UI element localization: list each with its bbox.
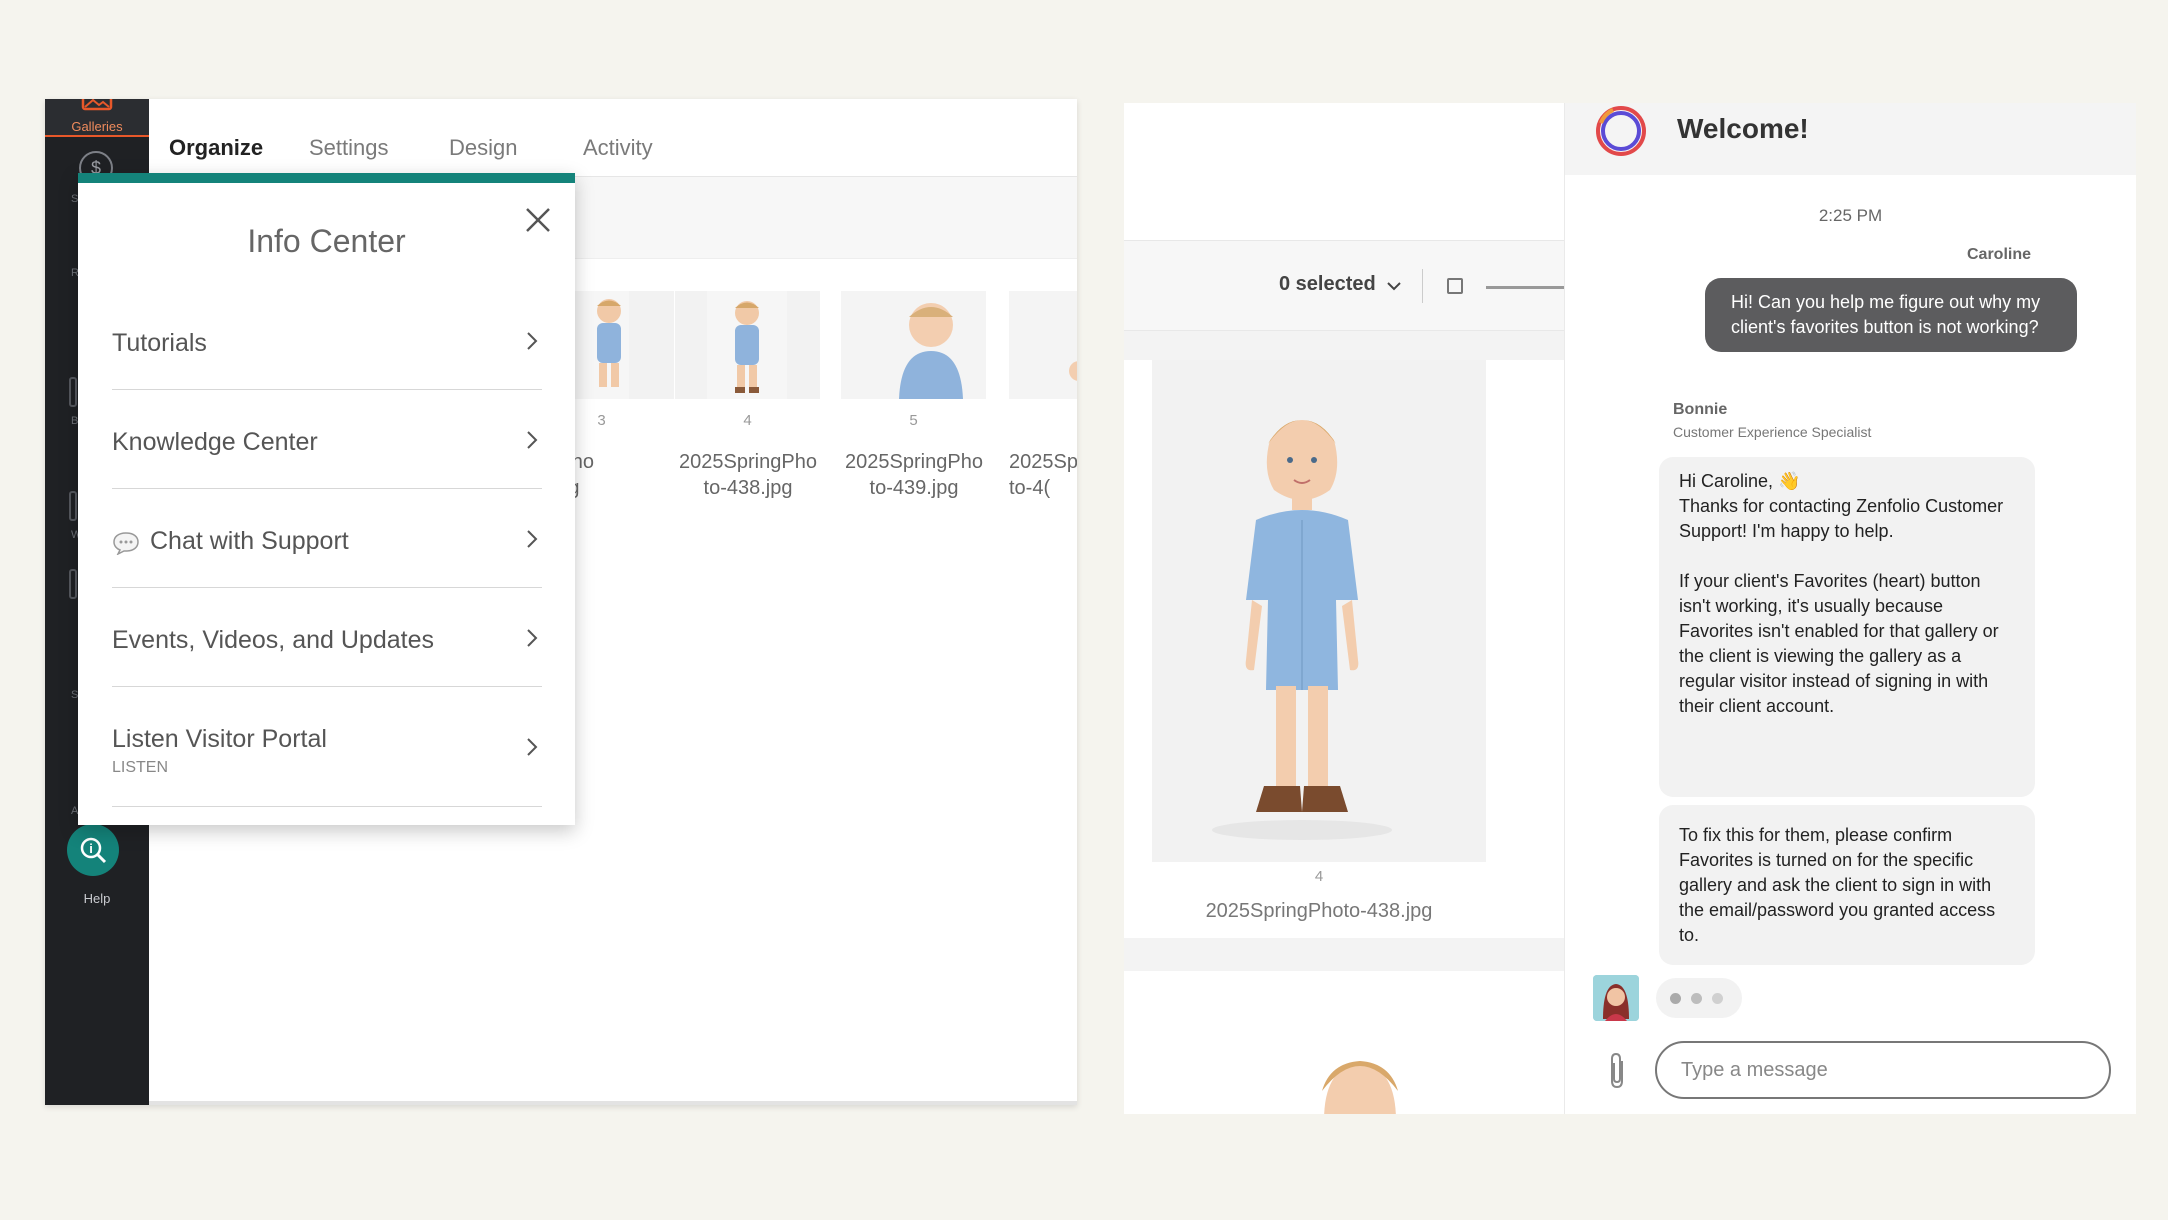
user-name: Caroline (1966, 246, 2031, 263)
item-label: Listen Visitor Portal (112, 725, 327, 753)
photo-thumbnail[interactable] (1009, 291, 1077, 399)
chevron-right-icon (527, 738, 538, 756)
toddler-full-photo (1152, 360, 1486, 862)
thumbnail-number: 5 (909, 412, 918, 429)
gallery-grid: 4 2025SpringPhoto-438.jpg (1124, 331, 1564, 1114)
info-center-item-tutorials[interactable]: Tutorials (112, 291, 542, 390)
toolbar-divider (1422, 269, 1423, 303)
photo-card[interactable] (1124, 971, 1564, 1114)
support-chat-widget: Welcome! 2:25 PM Caroline Hi! Can you he… (1564, 103, 2136, 1114)
scroll-track (149, 1101, 1077, 1105)
galleries-icon (81, 99, 113, 111)
info-center-item-events-videos-updates[interactable]: Events, Videos, and Updates (112, 588, 542, 687)
thumbnail-size-slider[interactable] (1486, 286, 1566, 289)
chat-timestamp: 2:25 PM (1818, 206, 1883, 225)
tab-activity[interactable]: Activity (583, 135, 653, 161)
gallery-editor-window: Galleries $ S R B W SE Ac i Help Organiz… (45, 99, 1077, 1105)
item-label: Chat with Support (150, 527, 349, 555)
agent-name: Bonnie (1673, 401, 1728, 418)
chevron-right-icon (527, 332, 538, 350)
typing-indicator (1656, 978, 1742, 1018)
user-message-bubble: Hi! Can you help me figure out why my cl… (1705, 278, 2077, 352)
sidebar-item-icon[interactable] (69, 569, 77, 599)
info-center-item-listen-visitor-portal[interactable]: Listen Visitor Portal LISTEN (112, 687, 542, 807)
info-center-item-chat-with-support[interactable]: Chat with Support (112, 489, 542, 588)
help-label: Help (83, 891, 111, 906)
item-label: Tutorials (112, 329, 207, 357)
gallery-tabs: Organize Settings Design Activity (149, 99, 1077, 177)
toddler-photo (707, 291, 787, 399)
chat-title: Welcome! (1677, 113, 1809, 144)
info-center-title: Info Center (247, 223, 406, 259)
svg-text:i: i (89, 841, 93, 856)
sidebar-item-galleries[interactable]: Galleries (45, 99, 149, 137)
thumbnail-number: 4 (743, 412, 752, 429)
agent-avatar (1593, 975, 1639, 1021)
thumbnail-filename: 2025SpringPho to-438.jpg (679, 451, 817, 499)
agent-message-bubble: To fix this for them, please confirm Fav… (1659, 805, 2035, 965)
info-center-item-knowledge-center[interactable]: Knowledge Center (112, 390, 542, 489)
info-center-panel: Info Center Tutorials Knowledge Center C… (78, 173, 575, 825)
sidebar-galleries-label: Galleries (71, 119, 123, 134)
brand-logo-icon (1596, 106, 1646, 156)
agent-message-text: Hi Caroline, 👋 Thanks for contacting Zen… (1679, 471, 2004, 716)
photo-thumbnail[interactable] (675, 291, 820, 399)
agent-message-bubble: Hi Caroline, 👋 Thanks for contacting Zen… (1659, 457, 2035, 797)
image-size-icon[interactable] (1447, 278, 1463, 294)
photo-filename: 2025SpringPhoto-438.jpg (1205, 900, 1433, 922)
tab-organize[interactable]: Organize (169, 135, 263, 161)
chat-header: Welcome! (1565, 103, 2136, 175)
item-sublabel: LISTEN (112, 759, 169, 776)
help-search-icon: i (80, 837, 107, 864)
gallery-toolbar: 0 selected (1124, 241, 1566, 331)
client-gallery-window: 0 selected 4 2025SpringPhoto-438.jpg Wel… (1124, 103, 2136, 1114)
message-input[interactable] (1655, 1041, 2111, 1099)
thumbnail-filename: 2025Sp to-4( (1009, 451, 1077, 499)
speech-bubble-icon (113, 532, 139, 555)
chevron-right-icon (527, 530, 538, 548)
toddler-portrait-photo (841, 291, 986, 399)
photo-card[interactable]: 4 2025SpringPhoto-438.jpg (1124, 360, 1564, 938)
toddler-portrait-photo (1124, 971, 1564, 1114)
chevron-right-icon (527, 431, 538, 449)
selection-dropdown[interactable]: 0 selected (1279, 273, 1376, 296)
paperclip-icon[interactable] (1605, 1051, 1631, 1091)
sidebar-item-icon[interactable] (69, 377, 77, 407)
photo-thumbnail[interactable] (841, 291, 986, 399)
photo-frame (1152, 360, 1486, 862)
agent-role: Customer Experience Specialist (1673, 424, 1872, 440)
help-button[interactable]: i (67, 824, 119, 876)
item-label: Events, Videos, and Updates (112, 626, 434, 654)
gallery-header (1124, 103, 1564, 241)
thumbnail-filename: 2025SpringPho to-439.jpg (845, 451, 983, 499)
item-label: Knowledge Center (112, 428, 318, 456)
agent-avatar-image (1593, 975, 1639, 1021)
agent-message-text: To fix this for them, please confirm Fav… (1679, 825, 1996, 945)
chevron-right-icon (527, 629, 538, 647)
sidebar-item-icon[interactable] (69, 491, 77, 521)
tab-settings[interactable]: Settings (309, 135, 389, 161)
tab-design[interactable]: Design (449, 135, 517, 161)
chevron-down-icon[interactable] (1386, 278, 1402, 294)
close-icon[interactable] (523, 205, 553, 235)
photo-number: 4 (1314, 868, 1324, 885)
toddler-photo (1009, 291, 1077, 399)
